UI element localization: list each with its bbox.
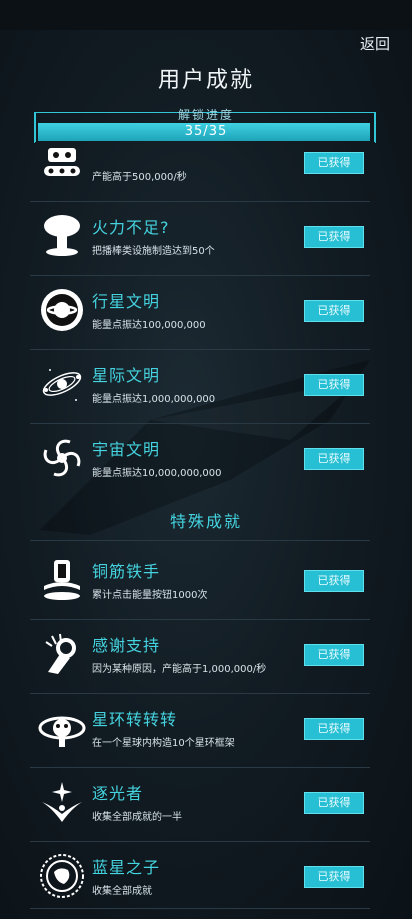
achievement-name: 铜筋铁手 (92, 562, 161, 581)
obtained-badge: 已获得 (304, 718, 364, 740)
achievement-name: 火力不足? (92, 218, 170, 237)
galaxy-orbit-icon (42, 369, 82, 401)
achievement-desc: 把播棒类设施制造达到50个 (92, 246, 215, 257)
achievement-desc: 累计点击能量按钮1000次 (92, 590, 208, 601)
achievement-name: 星际文明 (92, 366, 161, 385)
ok-hand-icon (45, 633, 76, 674)
achievement-desc: 产能高于500,000/秒 (92, 172, 187, 183)
achievement-name: 感谢支持 (92, 636, 161, 655)
achievement-name: 宇宙文明 (92, 440, 161, 459)
achievement-item: 产能高于500,000/秒 已获得 (30, 146, 370, 202)
achievement-name: 行星文明 (92, 292, 161, 311)
mushroom-cloud-icon (44, 215, 80, 256)
section-title-special: 特殊成就 (169, 512, 242, 531)
back-button[interactable]: 返回 (360, 33, 390, 54)
achievement-desc: 在一个星球内构造10个星环框架 (92, 738, 235, 749)
earth-medal-icon (40, 854, 84, 898)
achievement-desc: 收集全部成就 (92, 886, 152, 897)
star-chaser-icon (42, 782, 82, 822)
achievement-name: 星环转转转 (92, 710, 178, 729)
ring-station-icon (38, 716, 86, 747)
spiral-galaxy-icon (43, 439, 81, 477)
achievement-item: 星环转转转 在一个星球内构造10个星环框架 已获得 (30, 694, 370, 768)
achievement-desc: 收集全部成就的一半 (92, 812, 182, 823)
list-bottom-divider (30, 908, 370, 909)
achievement-item: 星际文明 能量点振达1,000,000,000 已获得 (30, 350, 370, 424)
achievement-item: 行星文明 能量点振达100,000,000 已获得 (30, 276, 370, 350)
achievement-desc: 因为某种原因，产能高于1,000,000/秒 (92, 664, 267, 675)
status-bar (0, 0, 412, 30)
achievement-desc: 能量点振达10,000,000,000 (92, 468, 222, 479)
page-title: 用户成就 (157, 68, 254, 93)
obtained-badge: 已获得 (304, 448, 364, 470)
progress-count: 35/35 (184, 124, 228, 139)
obtained-badge: 已获得 (304, 644, 364, 666)
progress-label: 解锁进度 (177, 108, 234, 122)
achievement-desc: 能量点振达100,000,000 (92, 320, 206, 331)
achievement-item: 铜筋铁手 累计点击能量按钮1000次 已获得 (30, 546, 370, 620)
achievement-item: 宇宙文明 能量点振达10,000,000,000 已获得 (30, 424, 370, 497)
obtained-badge: 已获得 (304, 152, 364, 174)
obtained-badge: 已获得 (304, 570, 364, 592)
achievement-item: 感谢支持 因为某种原因，产能高于1,000,000/秒 已获得 (30, 620, 370, 694)
obtained-badge: 已获得 (304, 300, 364, 322)
planet-icon (41, 289, 83, 331)
achievement-item: 逐光者 收集全部成就的一半 已获得 (30, 768, 370, 842)
tap-button-icon (44, 560, 80, 600)
achievement-list[interactable]: 产能高于500,000/秒 已获得 火力不足? 把播棒类设施制造达到50个 已获… (0, 146, 412, 919)
obtained-badge: 已获得 (304, 792, 364, 814)
achievement-item: 火力不足? 把播棒类设施制造达到50个 已获得 (30, 202, 370, 276)
obtained-badge: 已获得 (304, 226, 364, 248)
section-divider (30, 540, 370, 541)
achievement-name: 逐光者 (92, 784, 144, 803)
obtained-badge: 已获得 (304, 374, 364, 396)
obtained-badge: 已获得 (304, 866, 364, 888)
robot-tank-icon (44, 148, 80, 176)
achievement-name: 蓝星之子 (92, 858, 161, 877)
achievement-desc: 能量点振达1,000,000,000 (92, 394, 216, 405)
achievement-item: 蓝星之子 收集全部成就 已获得 (30, 842, 370, 915)
